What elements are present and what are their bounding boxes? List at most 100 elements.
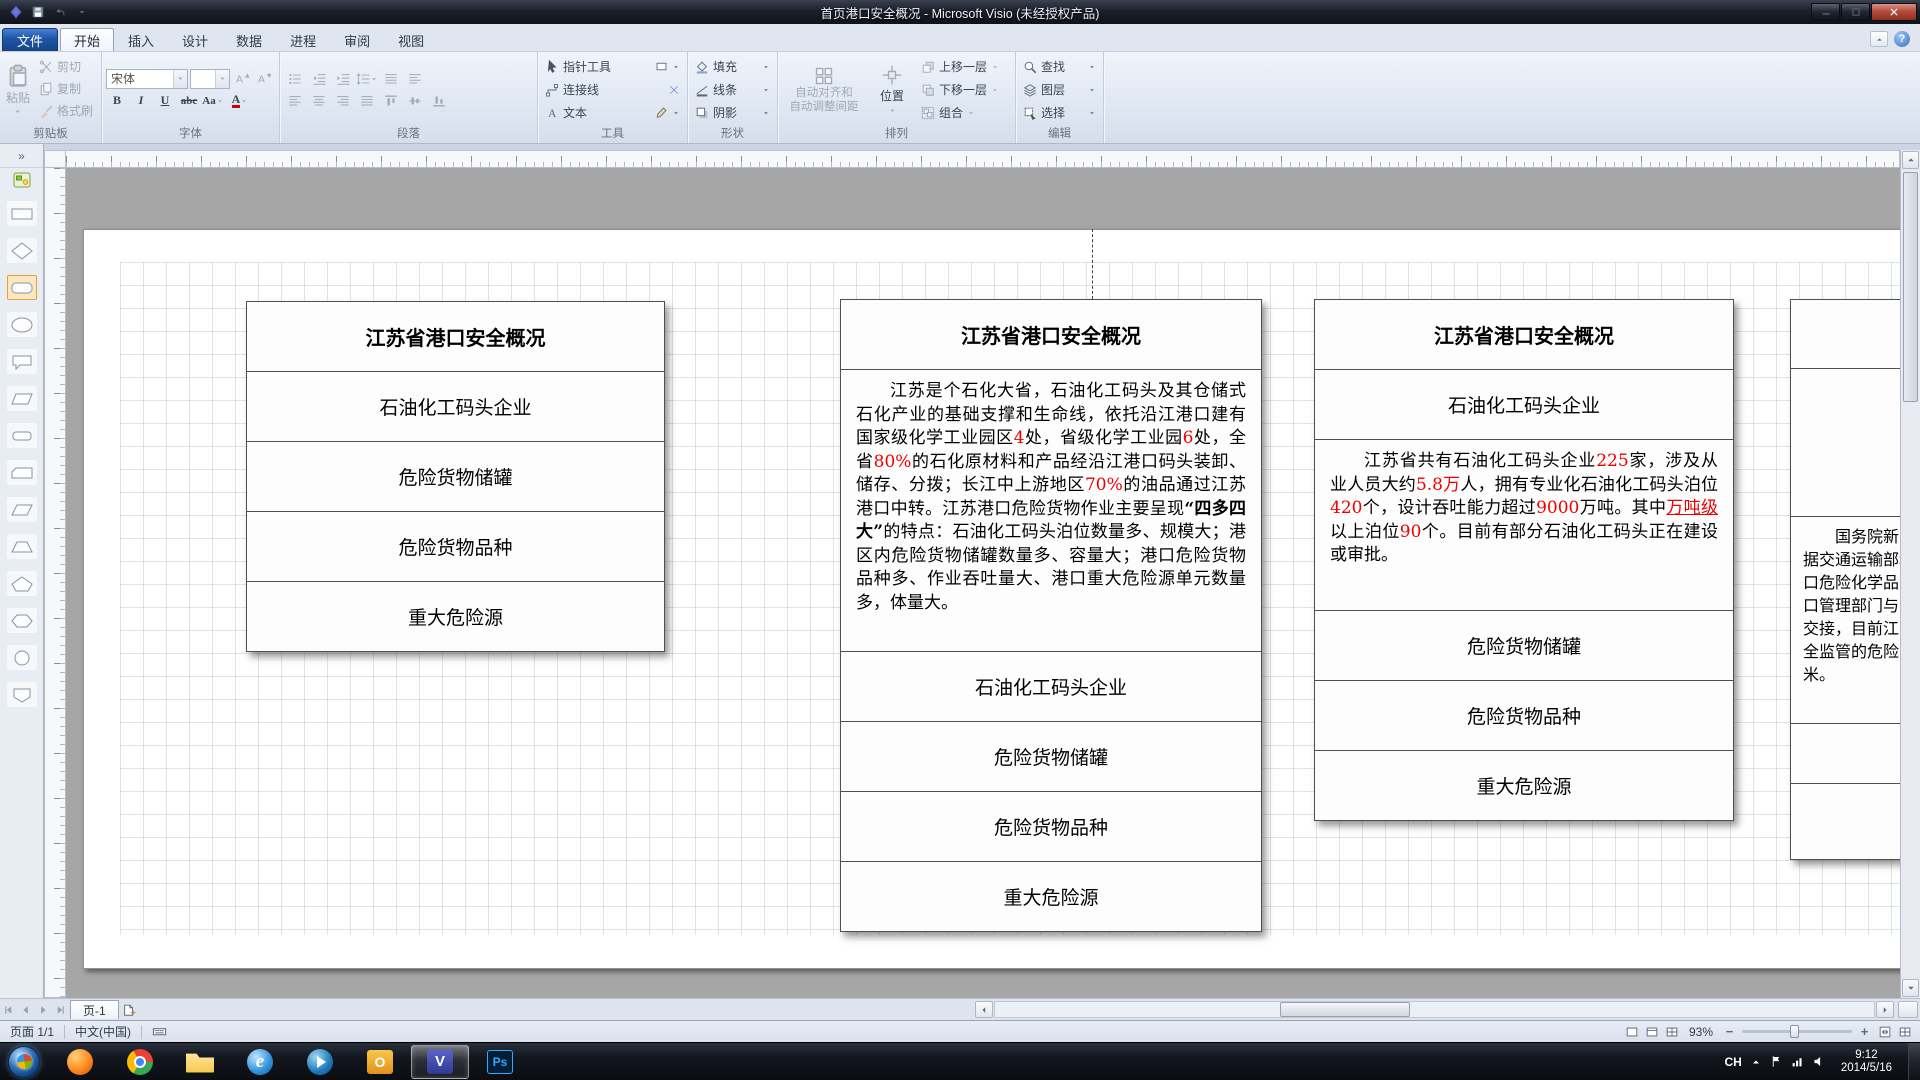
stencil-shape-hexagon[interactable]: [7, 608, 37, 633]
rectangle-tool-icon[interactable]: [655, 60, 668, 73]
taskbar-clock[interactable]: 9:12 2014/5/16: [1833, 1049, 1900, 1075]
diagram-item[interactable]: 石油化工码头企业: [1315, 369, 1733, 439]
maximize-button[interactable]: [1841, 3, 1870, 21]
font-color-button[interactable]: A: [226, 91, 254, 111]
minimize-button[interactable]: [1811, 3, 1840, 21]
diagram-item[interactable]: 石油化工码头企业: [841, 651, 1261, 721]
show-desktop-button[interactable]: [1908, 1043, 1920, 1080]
select-button[interactable]: 选择: [1020, 102, 1099, 123]
sheet-tab[interactable]: 页-1: [70, 1000, 119, 1019]
diagram-item[interactable]: 重大危险源: [1315, 750, 1733, 820]
drawing-canvas[interactable]: 江苏省港口安全概况石油化工码头企业危险货物储罐危险货物品种重大危险源 江苏省港口…: [66, 168, 1900, 998]
minimize-ribbon-icon[interactable]: [1870, 31, 1888, 47]
network-icon[interactable]: [1791, 1055, 1804, 1068]
text-direction-button[interactable]: [380, 69, 402, 89]
taskbar-app-folder[interactable]: [171, 1045, 229, 1079]
taskbar-app-chrome[interactable]: [111, 1045, 169, 1079]
fill-button[interactable]: 填充: [692, 56, 773, 77]
diagram-item[interactable]: 危险货物储罐: [1315, 610, 1733, 680]
action-center-icon[interactable]: [1770, 1055, 1783, 1068]
diagram-item[interactable]: 危险货物储罐: [841, 721, 1261, 791]
horizontal-scroll-thumb[interactable]: [1280, 1002, 1410, 1017]
stencil-shape-callout[interactable]: [7, 349, 37, 374]
change-case-button[interactable]: Aa: [202, 91, 224, 111]
diagram-item[interactable]: 危险货物储罐: [247, 441, 664, 511]
scroll-left-icon[interactable]: [975, 1001, 993, 1018]
horizontal-scrollbar[interactable]: [975, 1001, 1894, 1018]
font-size-select[interactable]: [190, 69, 230, 89]
send-backward-button[interactable]: 下移一层: [918, 79, 1002, 100]
decrease-indent-button[interactable]: [308, 69, 330, 89]
bullets-button[interactable]: [284, 69, 306, 89]
copy-button[interactable]: 复制: [35, 78, 97, 99]
last-page-icon[interactable]: [51, 1001, 68, 1019]
align-middle-button[interactable]: [404, 91, 426, 111]
shrink-font-button[interactable]: A: [254, 69, 275, 89]
fit-width-icon[interactable]: [1897, 1024, 1912, 1039]
diagram-paragraph[interactable]: 江苏是个石化大省，石油化工码头及其仓储式石化产业的基础支撑和生命线，依托沿江港口…: [841, 369, 1261, 651]
stencil-shape-card[interactable]: [7, 460, 37, 485]
pane-splitter[interactable]: [1898, 1001, 1918, 1018]
stencil-shape-circle[interactable]: [7, 645, 37, 670]
language-indicator[interactable]: 中文(中国): [65, 1021, 141, 1042]
stencil-shape-rectangle[interactable]: [7, 201, 37, 226]
align-left-button[interactable]: [284, 91, 306, 111]
format-painter-button[interactable]: 格式刷: [35, 100, 97, 121]
tab-开始[interactable]: 开始: [60, 28, 114, 51]
view-fullpage-icon[interactable]: [1645, 1024, 1660, 1039]
stencil-shape-shield[interactable]: [7, 682, 37, 707]
page-indicator[interactable]: 页面 1/1: [0, 1021, 64, 1042]
align-right-button[interactable]: [332, 91, 354, 111]
tab-设计[interactable]: 设计: [168, 28, 222, 51]
macro-record-icon[interactable]: [142, 1021, 177, 1042]
diagram-empty-section[interactable]: [1791, 300, 1900, 368]
drawing-page[interactable]: 江苏省港口安全概况石油化工码头企业危险货物储罐危险货物品种重大危险源 江苏省港口…: [83, 229, 1900, 969]
volume-icon[interactable]: [1812, 1055, 1825, 1068]
cut-button[interactable]: 剪切: [35, 56, 97, 77]
view-pan-icon[interactable]: [1665, 1024, 1680, 1039]
underline-button[interactable]: U: [154, 91, 176, 111]
taskbar-app-photoshop[interactable]: Ps: [471, 1045, 529, 1079]
taskbar-app-firefox[interactable]: [51, 1045, 109, 1079]
shadow-button[interactable]: 阴影: [692, 102, 773, 123]
bold-button[interactable]: B: [106, 91, 128, 111]
taskbar-app-media[interactable]: [291, 1045, 349, 1079]
diagram-item[interactable]: 危险货物品种: [1315, 680, 1733, 750]
diagram-empty-section[interactable]: [1791, 368, 1900, 516]
align-center-button[interactable]: [308, 91, 330, 111]
vertical-scroll-thumb[interactable]: [1903, 172, 1918, 402]
diagram-box-column-3[interactable]: 江苏省港口安全概况石油化工码头企业江苏省共有石油化工码头企业225家，涉及从业人…: [1314, 299, 1734, 821]
diagram-item[interactable]: 危险货物品种: [841, 791, 1261, 861]
layers-button[interactable]: 图层: [1020, 79, 1099, 100]
scroll-up-icon[interactable]: [1902, 151, 1919, 169]
scroll-right-icon[interactable]: [1876, 1001, 1894, 1018]
zoom-out-icon[interactable]: −: [1722, 1024, 1737, 1039]
font-family-select[interactable]: 宋体: [106, 69, 188, 89]
paragraph-dialog-button[interactable]: [404, 69, 426, 89]
strikethrough-button[interactable]: abc: [178, 91, 200, 111]
justify-button[interactable]: [356, 91, 378, 111]
zoom-level[interactable]: 93%: [1689, 1025, 1713, 1039]
stencil-shape-pentagon[interactable]: [7, 571, 37, 596]
tab-进程[interactable]: 进程: [276, 28, 330, 51]
ime-indicator[interactable]: CH: [1724, 1055, 1741, 1069]
diagram-empty-section[interactable]: [1791, 783, 1900, 859]
grow-font-button[interactable]: A: [232, 69, 253, 89]
stencil-shape-rounded-rectangle-2[interactable]: [7, 423, 37, 448]
taskbar-app-visio[interactable]: V: [411, 1045, 469, 1079]
stencil-shape-ellipse[interactable]: [7, 312, 37, 337]
tab-审阅[interactable]: 审阅: [330, 28, 384, 51]
diagram-paragraph[interactable]: 江苏省共有石油化工码头企业225家，涉及从业人员大约5.8万人，拥有专业化石油化…: [1315, 439, 1733, 610]
text-tool-button[interactable]: A文本: [542, 102, 683, 123]
paste-button[interactable]: 粘贴: [4, 55, 32, 124]
italic-button[interactable]: I: [130, 91, 152, 111]
line-spacing-button[interactable]: [356, 69, 378, 89]
diagram-header[interactable]: 江苏省港口安全概况: [247, 302, 664, 371]
diagram-item[interactable]: 重大危险源: [247, 581, 664, 651]
line-button[interactable]: 线条: [692, 79, 773, 100]
previous-page-icon[interactable]: [17, 1001, 34, 1019]
help-icon[interactable]: ?: [1894, 31, 1910, 47]
stencil-shape-trapezoid[interactable]: [7, 534, 37, 559]
next-page-icon[interactable]: [34, 1001, 51, 1019]
tab-插入[interactable]: 插入: [114, 28, 168, 51]
